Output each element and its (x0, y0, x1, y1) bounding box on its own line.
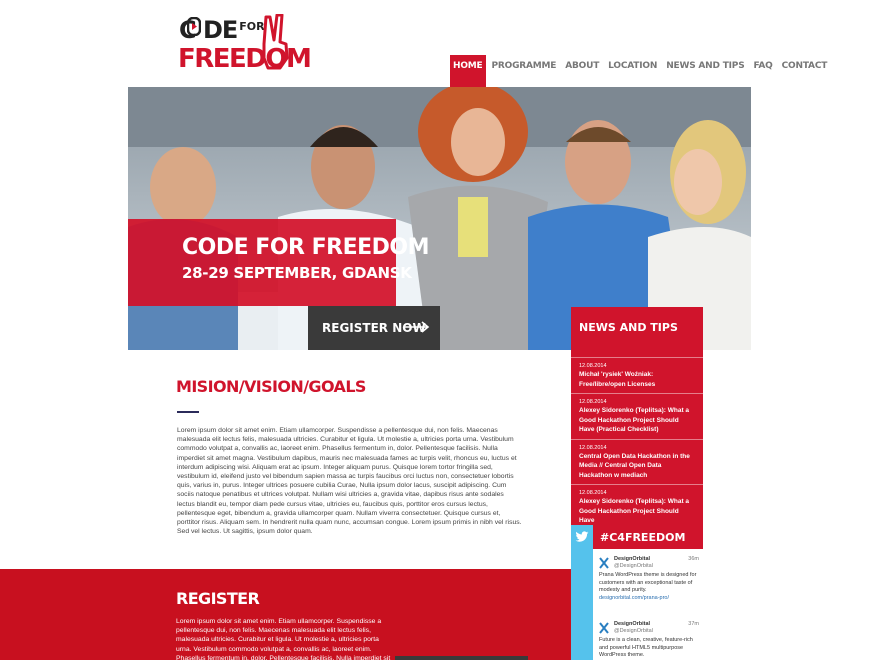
twitter-feed: DesignOrbital @DesignOrbital 36m Prana W… (593, 549, 703, 660)
tweet-author[interactable]: DesignOrbital (614, 556, 650, 562)
mission-title: MISION/VISION/GOALS (176, 377, 366, 396)
tweet-handle[interactable]: @DesignOrbital (614, 563, 653, 569)
news-item[interactable]: 12.08.2014 Alexey Sidorenko (Teplitsa): … (571, 484, 703, 530)
nav-about[interactable]: ABOUT (562, 55, 602, 77)
mission-text: Lorem ipsum dolor sit amet enim. Etiam u… (177, 427, 522, 536)
victory-hand-icon (262, 14, 289, 70)
news-item[interactable]: 12.08.2014 Alexey Sidorenko (Teplitsa): … (571, 393, 703, 439)
tweet-link[interactable]: designorbital.com/prana-pro/ (599, 595, 669, 601)
tweet-handle[interactable]: @DesignOrbital (614, 628, 653, 634)
news-date: 12.08.2014 (579, 444, 607, 451)
tweet-author[interactable]: DesignOrbital (614, 621, 650, 627)
nav-news-and-tips[interactable]: NEWS AND TIPS (663, 55, 747, 77)
tweet-body: Prana WordPress theme is designed for cu… (599, 572, 697, 593)
news-headline[interactable]: Alexey Sidorenko (Teplitsa): What a Good… (579, 406, 695, 435)
arrow-right-icon (405, 321, 430, 333)
twitter-strip (571, 525, 593, 660)
register-title: REGISTER (176, 589, 260, 608)
tweet: DesignOrbital @DesignOrbital 37m Future … (599, 620, 699, 660)
designorbital-logo-icon (599, 557, 609, 569)
nav-location[interactable]: LOCATION (605, 55, 660, 77)
register-text: Lorem ipsum dolor sit amet enim. Etiam u… (176, 618, 391, 660)
hero-title: CODE FOR FREEDOM (182, 235, 430, 260)
news-date: 12.08.2014 (579, 399, 607, 405)
title-underline (177, 411, 199, 413)
hero-date: 28-29 SEPTEMBER, GDANSK (182, 264, 412, 282)
twitter-hashtag[interactable]: #C4FREEDOM (593, 525, 703, 549)
news-headline[interactable]: Michał 'rysiek' Woźniak: Free/libre/open… (579, 370, 695, 389)
news-item[interactable]: 12.08.2014 Michał 'rysiek' Woźniak: Free… (571, 357, 703, 393)
tweet-time: 37m (688, 621, 699, 627)
twitter-bird-icon (575, 531, 589, 542)
nav-faq[interactable]: FAQ (750, 55, 775, 77)
news-item[interactable]: 12.08.2014 Central Open Data Hackathon i… (571, 438, 703, 485)
register-now-button[interactable]: REGISTER NOW (308, 306, 440, 350)
play-icon (187, 17, 201, 36)
tweet: DesignOrbital @DesignOrbital 36m Prana W… (599, 555, 699, 615)
news-title: NEWS AND TIPS (579, 321, 678, 334)
news-headline[interactable]: Central Open Data Hackathon in the Media… (579, 452, 695, 481)
news-headline[interactable]: Alexey Sidorenko (Teplitsa): What a Good… (579, 497, 695, 526)
logo-freedom: FREEDOM (178, 44, 312, 74)
news-and-tips-panel: NEWS AND TIPS 12.08.2014 Michał 'rysiek'… (571, 307, 703, 525)
hero-title-panel (128, 219, 396, 306)
nav-contact[interactable]: CONTACT (779, 55, 831, 77)
tweet-text: Prana WordPress theme is designed for cu… (599, 572, 699, 602)
designorbital-logo-icon (599, 622, 609, 634)
register-button[interactable] (395, 656, 528, 660)
news-date: 12.08.2014 (579, 363, 607, 369)
nav-programme[interactable]: PROGRAMME (489, 55, 560, 77)
tweet-time: 36m (688, 556, 699, 562)
site-logo[interactable]: C DE FOR FREEDOM (177, 14, 312, 76)
news-date: 12.08.2014 (579, 490, 607, 496)
tweet-text: Future is a clean, creative, feature-ric… (599, 637, 693, 658)
